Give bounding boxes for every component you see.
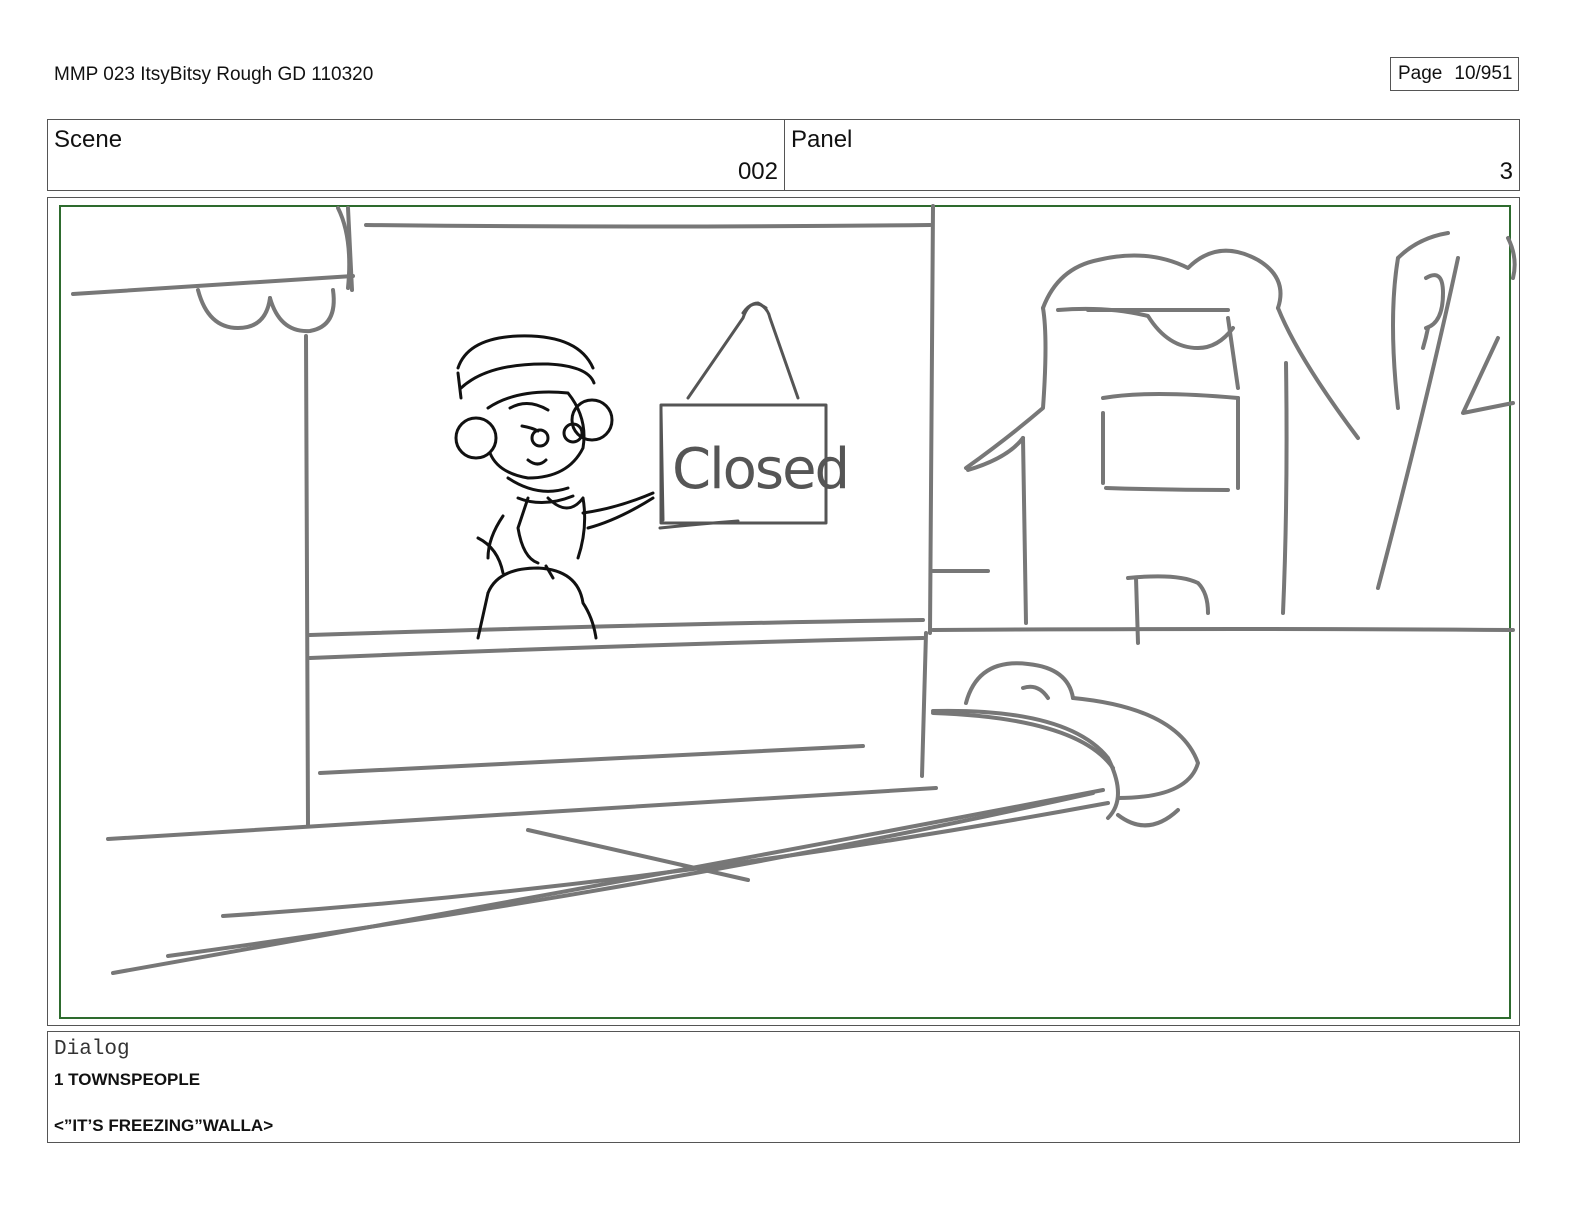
character-sketch (454, 334, 655, 640)
scene-panel-header: Scene 002 Panel 3 (47, 119, 1520, 191)
dialog-box: Dialog 1 TOWNSPEOPLE <”IT’S FREEZING”WAL… (47, 1031, 1520, 1143)
dialog-speaker: 1 TOWNSPEOPLE (54, 1070, 201, 1089)
dialog-line: <”IT’S FREEZING”WALLA> (54, 1116, 274, 1135)
panel-value: 3 (1499, 158, 1513, 185)
panel-label: Panel (791, 126, 853, 153)
scene-label: Scene (54, 126, 123, 153)
page-label: Page (1398, 63, 1443, 84)
storyboard-panel: Closed (47, 197, 1520, 1026)
storyboard-sketch: Closed (59, 204, 1517, 1019)
scene-value: 002 (737, 158, 778, 185)
scene-cell: Scene 002 (48, 120, 785, 190)
document-title: MMP 023 ItsyBitsy Rough GD 110320 (54, 64, 374, 85)
dialog-label: Dialog (54, 1038, 130, 1061)
background-sketch (71, 204, 1517, 975)
page-indicator: Page 10/951 (1390, 57, 1519, 91)
page-number: 10/951 (1454, 63, 1513, 84)
closed-sign-text: Closed (672, 437, 848, 502)
safe-frame (59, 205, 1511, 1019)
panel-cell: Panel 3 (785, 120, 1519, 190)
